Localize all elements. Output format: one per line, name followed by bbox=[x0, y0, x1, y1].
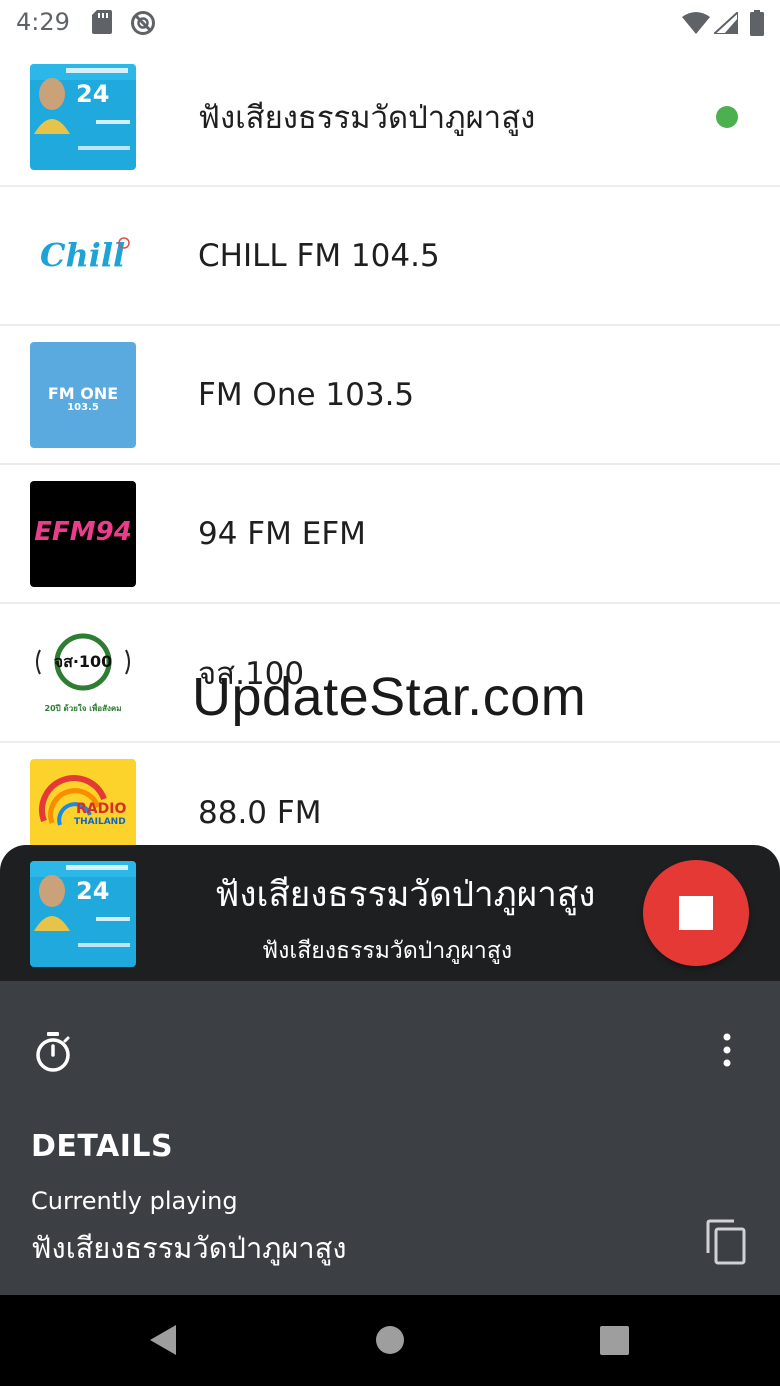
playing-indicator bbox=[716, 106, 738, 128]
station-name: FM One 103.5 bbox=[198, 376, 415, 413]
station-item[interactable]: FM ONE 103.5 FM One 103.5 bbox=[0, 326, 780, 465]
station-logo: 24 bbox=[30, 64, 136, 170]
station-item[interactable]: 24 ฟังเสียงธรรมวัดป่าภูผาสูง bbox=[0, 48, 780, 187]
station-name: ฟังเสียงธรรมวัดป่าภูผาสูง bbox=[198, 99, 536, 136]
station-item[interactable]: EFM94 94 FM EFM bbox=[0, 465, 780, 604]
logo-text: EFM94 bbox=[34, 517, 132, 547]
logo-text: 24 bbox=[76, 877, 110, 905]
status-bar: 4:29 bbox=[0, 0, 780, 46]
battery-icon bbox=[750, 10, 764, 36]
status-time: 4:29 bbox=[16, 8, 70, 36]
now-playing-subtitle: ฟังเสียงธรรมวัดป่าภูผาสูง bbox=[261, 938, 513, 964]
recents-icon[interactable] bbox=[600, 1326, 629, 1355]
station-logo: จส·100 20ปี ด้วยใจ เพื่อสังคม bbox=[30, 620, 136, 726]
currently-playing-value: ฟังเสียงธรรมวัดป่าภูผาสูง bbox=[31, 1231, 347, 1265]
station-list: 24 ฟังเสียงธรรมวัดป่าภูผาสูง Chill CHILL… bbox=[0, 48, 780, 882]
logo-text: FM ONE bbox=[47, 384, 119, 403]
logo-text: RADIO bbox=[76, 801, 127, 817]
logo-subtext: THAILAND bbox=[74, 817, 126, 827]
now-playing-bar[interactable]: 24 ฟังเสียงธรรมวัดป่าภูผาสูง ฟังเสียงธรร… bbox=[0, 845, 780, 981]
timer-icon[interactable] bbox=[32, 1031, 74, 1073]
navigation-bar bbox=[0, 1295, 780, 1386]
station-name: CHILL FM 104.5 bbox=[198, 237, 440, 274]
station-logo: Chill bbox=[30, 203, 136, 309]
chill-badge-icon bbox=[118, 237, 130, 249]
now-playing-title: ฟังเสียงธรรมวัดป่าภูผาสูง bbox=[214, 875, 596, 915]
station-logo: FM ONE 103.5 bbox=[30, 342, 136, 448]
logo-text: Chill bbox=[40, 236, 126, 274]
sd-card-icon bbox=[92, 10, 112, 34]
currently-playing-label: Currently playing bbox=[31, 1187, 238, 1215]
details-panel: DETAILS Currently playing ฟังเสียงธรรมวั… bbox=[0, 981, 780, 1295]
now-playing-logo: 24 bbox=[30, 861, 136, 967]
more-vert-icon[interactable] bbox=[718, 1031, 736, 1071]
logo-text: จส·100 bbox=[53, 652, 113, 671]
blocked-circle-icon bbox=[131, 11, 155, 35]
home-icon[interactable] bbox=[374, 1324, 406, 1356]
wifi-icon bbox=[682, 12, 710, 34]
stop-button[interactable] bbox=[643, 860, 749, 966]
station-logo: EFM94 bbox=[30, 481, 136, 587]
station-name: 94 FM EFM bbox=[198, 515, 366, 552]
copy-icon[interactable] bbox=[704, 1219, 748, 1265]
logo-subtext: 20ปี ด้วยใจ เพื่อสังคม bbox=[44, 704, 122, 713]
stop-icon bbox=[679, 896, 713, 930]
logo-text: 24 bbox=[76, 80, 110, 108]
details-heading: DETAILS bbox=[31, 1129, 174, 1164]
station-item[interactable]: Chill CHILL FM 104.5 bbox=[0, 187, 780, 326]
watermark: UpdateStar.com bbox=[192, 667, 587, 727]
back-icon[interactable] bbox=[148, 1323, 178, 1357]
signal-icon bbox=[714, 12, 738, 34]
logo-subtext: 103.5 bbox=[67, 402, 99, 413]
station-name: 88.0 FM bbox=[198, 794, 322, 831]
